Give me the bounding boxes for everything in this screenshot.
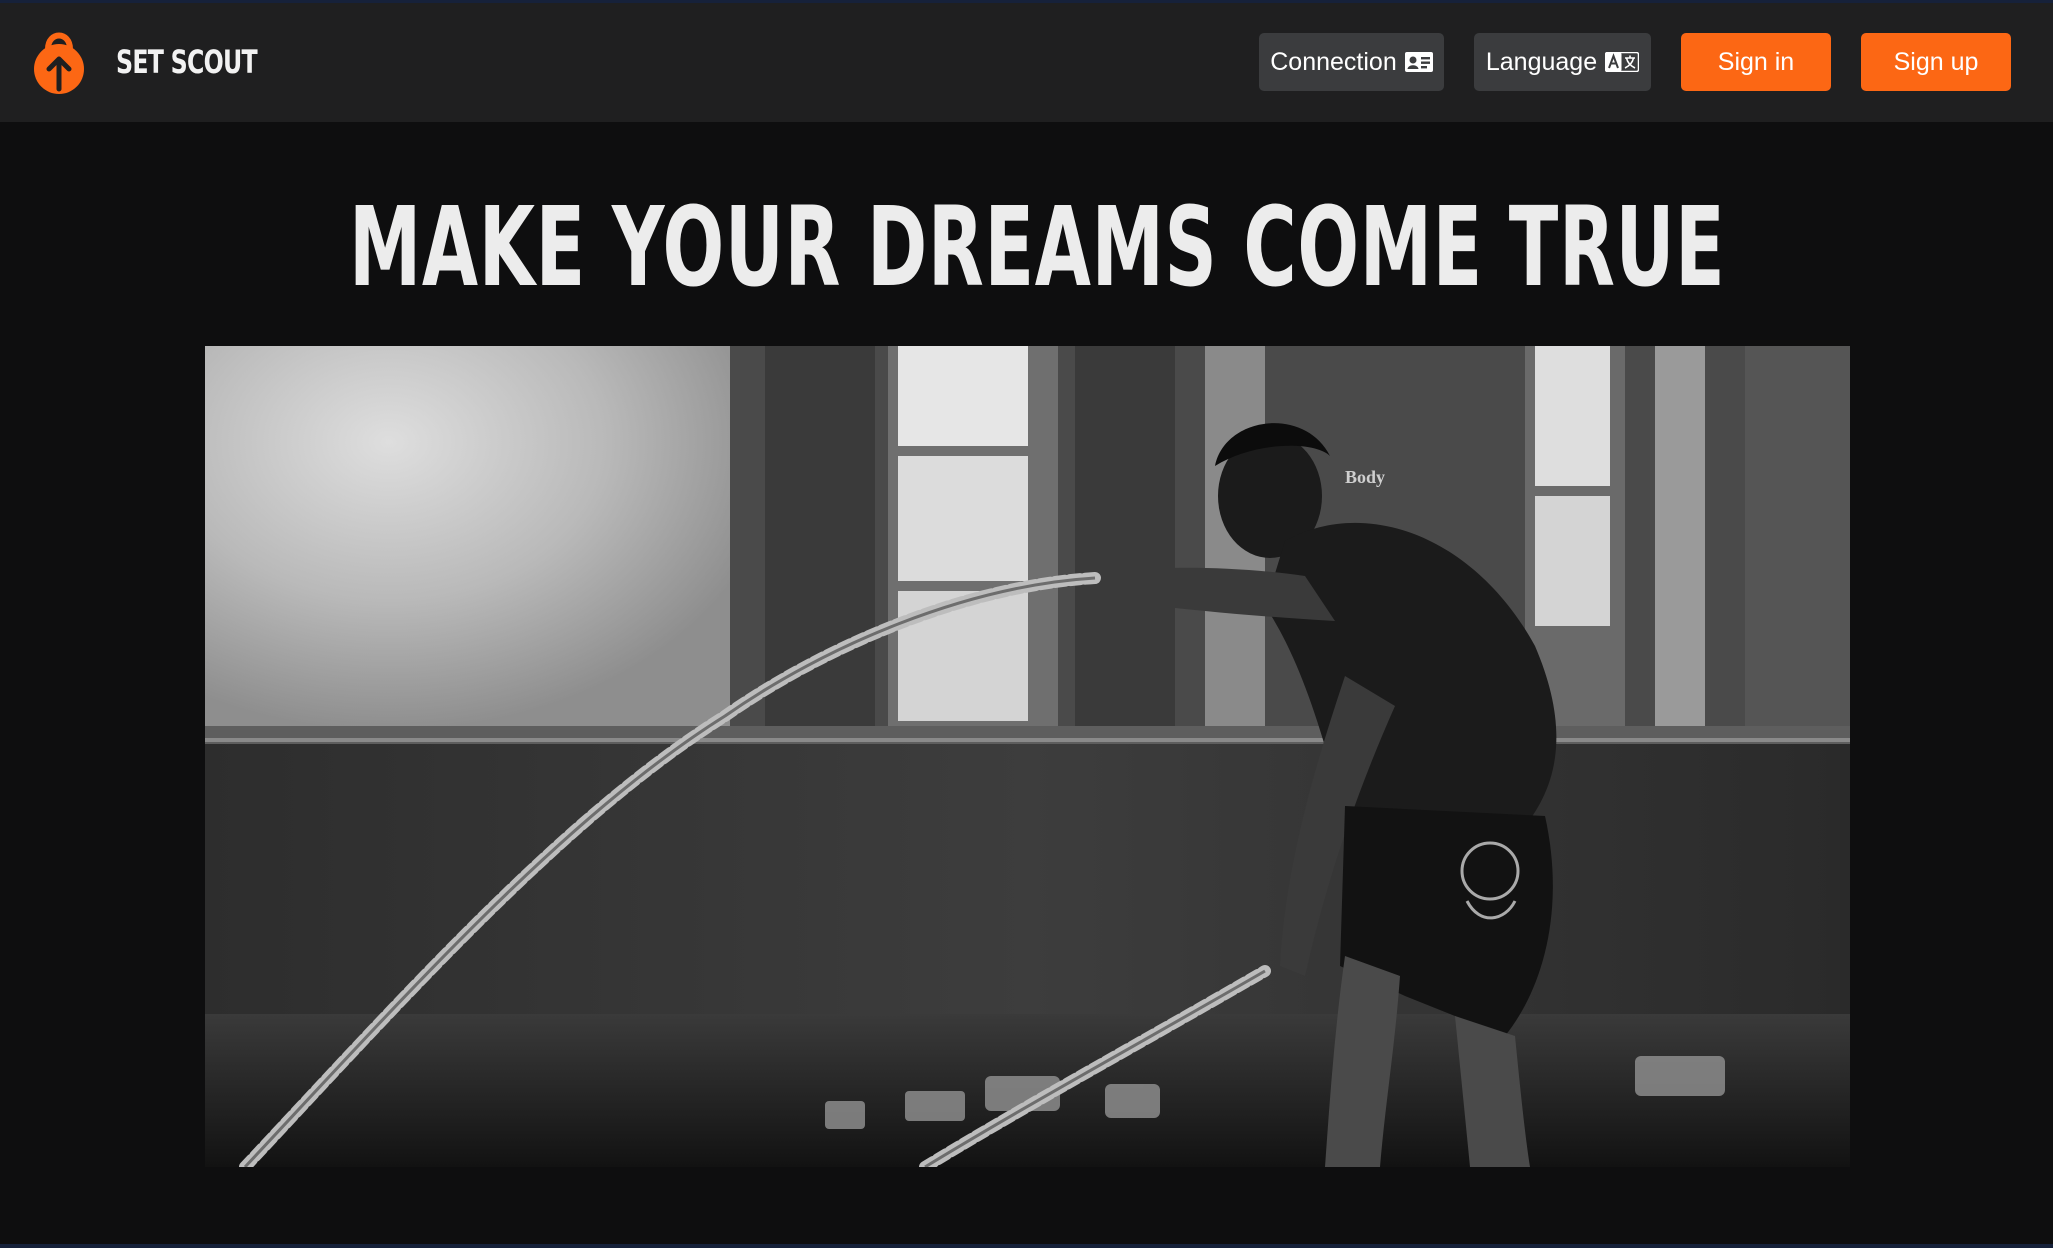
translate-icon (1605, 52, 1640, 72)
kettlebell-arrow-icon (34, 32, 84, 94)
top-navbar: SET SCOUT Connection Language Sign in Si… (0, 3, 2053, 122)
sign-in-button[interactable]: Sign in (1681, 33, 1831, 91)
connection-label: Connection (1270, 47, 1397, 76)
wall-logo-text: Body (1345, 467, 1385, 487)
hero-title: MAKE YOUR DREAMS COME TRUE (349, 183, 1726, 311)
window-bottom-edge (0, 1244, 2053, 1248)
brand-name: SET SCOUT (116, 43, 258, 81)
id-card-icon (1404, 52, 1433, 72)
language-button[interactable]: Language (1474, 33, 1651, 91)
language-label: Language (1485, 47, 1598, 76)
connection-button[interactable]: Connection (1259, 33, 1444, 91)
sign-up-button[interactable]: Sign up (1861, 33, 2011, 91)
hero-image: Body (205, 346, 1850, 1167)
brand[interactable]: SET SCOUT (32, 29, 306, 95)
